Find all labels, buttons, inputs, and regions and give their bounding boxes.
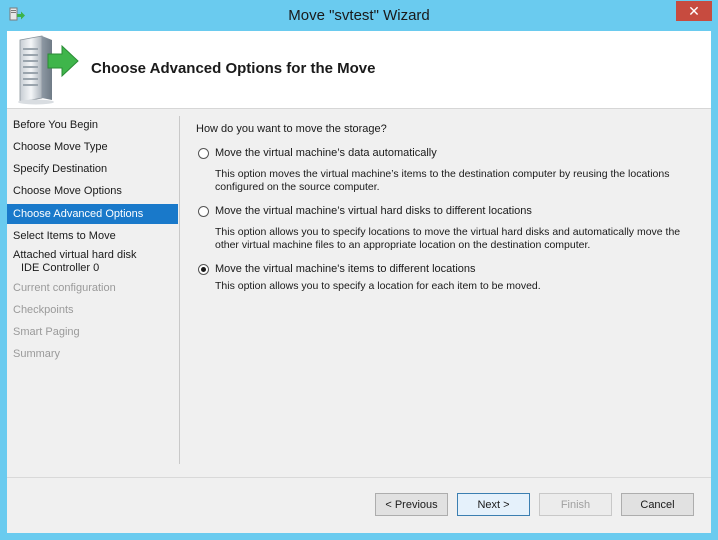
server-move-arrow-icon [12, 34, 84, 106]
nav-item-choose-advanced-options[interactable]: Choose Advanced Options [7, 204, 178, 224]
nav-item-choose-move-options[interactable]: Choose Move Options [7, 181, 178, 201]
nav-item-choose-move-type[interactable]: Choose Move Type [7, 137, 178, 157]
option-description: This option allows you to specify a loca… [215, 280, 541, 292]
radio-move-items-different-locations[interactable] [198, 264, 209, 275]
previous-button[interactable]: < Previous [375, 493, 448, 516]
close-button[interactable]: ✕ [676, 1, 712, 21]
next-button[interactable]: Next > [457, 493, 530, 516]
title-bar[interactable]: Move "svtest" Wizard ✕ [0, 0, 718, 31]
nav-item-specify-destination[interactable]: Specify Destination [7, 159, 178, 179]
nav-item-sublabel: IDE Controller 0 [21, 262, 100, 274]
close-icon: ✕ [688, 2, 700, 19]
nav-item-checkpoints: Checkpoints [13, 304, 74, 316]
option-label[interactable]: Move the virtual machine's items to diff… [215, 263, 476, 275]
radio-move-data-automatically[interactable] [198, 148, 209, 159]
option-label[interactable]: Move the virtual machine’s data automati… [215, 147, 437, 159]
footer-divider [7, 477, 711, 478]
nav-divider [179, 116, 180, 464]
window-title: Move "svtest" Wizard [288, 7, 430, 24]
wizard-window: Move "svtest" Wizard ✕ Choose Advanced O… [0, 0, 718, 540]
option-description: This option moves the virtual machine’s … [215, 168, 670, 193]
radio-move-vhds-different-locations[interactable] [198, 206, 209, 217]
cancel-button[interactable]: Cancel [621, 493, 694, 516]
option-label[interactable]: Move the virtual machine’s virtual hard … [215, 205, 532, 217]
wizard-header: Choose Advanced Options for the Move [7, 31, 711, 109]
nav-item-before-you-begin[interactable]: Before You Begin [7, 115, 178, 135]
nav-item-smart-paging: Smart Paging [13, 326, 80, 338]
storage-question: How do you want to move the storage? [196, 123, 387, 135]
nav-item-select-items-to-move[interactable]: Select Items to Move [7, 226, 178, 246]
wizard-step-nav: Before You Begin Choose Move Type Specif… [7, 109, 181, 489]
finish-button: Finish [539, 493, 612, 516]
nav-item-summary: Summary [13, 348, 61, 360]
nav-item-label: Attached virtual hard disk [13, 249, 137, 261]
nav-item-attached-virtual-hard-disk[interactable]: Attached virtual hard disk IDE Controlle… [7, 247, 178, 277]
option-description: This option allows you to specify locati… [215, 226, 681, 251]
nav-item-current-configuration: Current configuration [13, 282, 116, 294]
wizard-client-area: Choose Advanced Options for the Move Bef… [7, 31, 711, 533]
radio-selected-dot [201, 267, 206, 272]
page-title: Choose Advanced Options for the Move [91, 60, 376, 77]
